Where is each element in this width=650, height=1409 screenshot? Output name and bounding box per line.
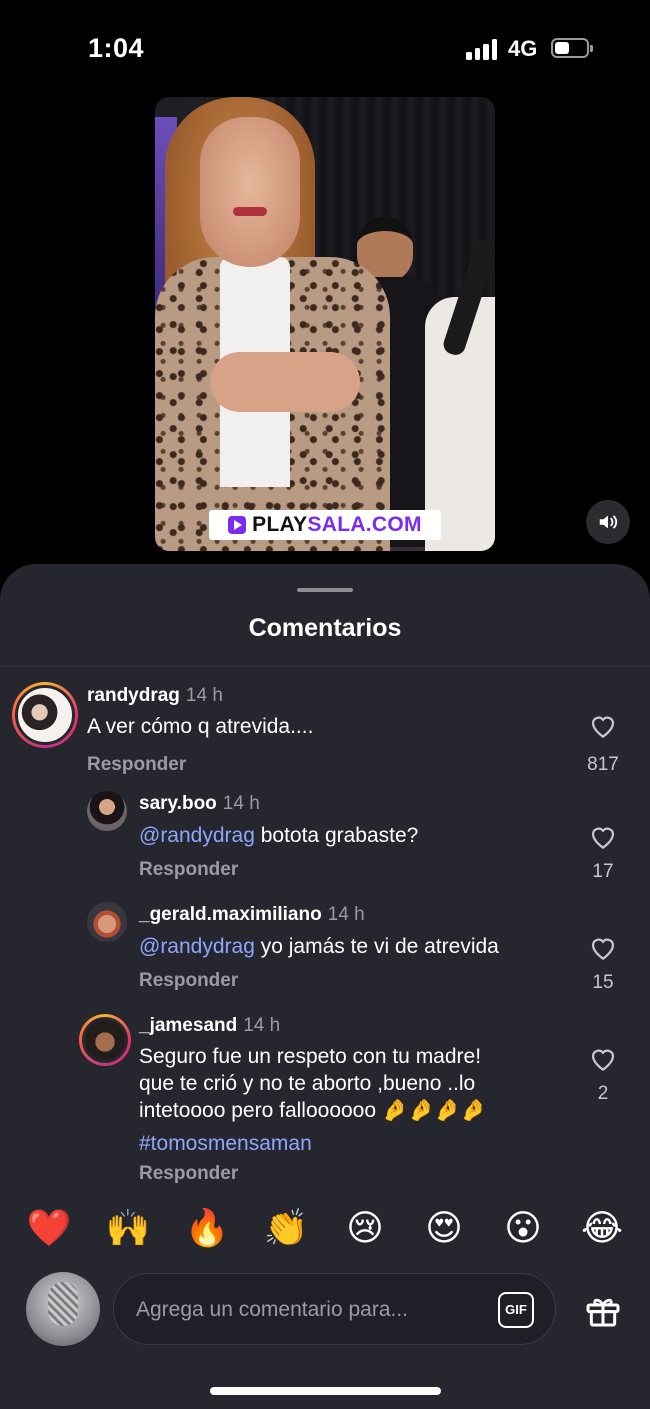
emoji-quick-bar: ❤️ 🙌 🔥 👏 😢 😍 😮 😂: [0, 1205, 650, 1255]
heart-icon[interactable]: [588, 822, 618, 852]
comment-username[interactable]: sary.boo 14 h: [139, 793, 260, 815]
comment-line: Seguro fue un respeto con tu madre!: [139, 1045, 482, 1068]
watermark-play: PLAY: [252, 513, 308, 536]
video-player[interactable]: PLAYSALA.COM: [155, 97, 495, 551]
video-person-face: [200, 117, 300, 267]
like-count: 2: [597, 1083, 609, 1104]
comment-item: sary.boo 14 h @randydrag bototа grabaste?…: [0, 791, 650, 891]
watermark-sala: SALA.COM: [307, 513, 422, 536]
emoji-heart-eyes[interactable]: 😍: [420, 1205, 468, 1253]
username-text[interactable]: sary.boo: [139, 793, 217, 814]
emoji-surprised[interactable]: 😮: [499, 1205, 547, 1253]
sheet-title: Comentarios: [248, 614, 402, 642]
speaker-icon: [599, 515, 618, 529]
gif-button[interactable]: GIF: [498, 1292, 534, 1328]
network-type: 4G: [508, 36, 538, 61]
mention-link[interactable]: @randydrag: [139, 824, 255, 847]
username-text[interactable]: randydrag: [87, 685, 180, 706]
comment-time: 14 h: [222, 793, 260, 814]
reply-button[interactable]: Responder: [87, 754, 186, 776]
my-avatar[interactable]: [26, 1272, 100, 1346]
emoji-raised-hands[interactable]: 🙌: [104, 1205, 152, 1253]
hashtag-link[interactable]: #tomosmensaman: [139, 1130, 486, 1157]
avatar[interactable]: [87, 791, 127, 831]
sound-toggle-button[interactable]: [586, 500, 630, 544]
like-count: 17: [592, 861, 614, 882]
comment-time: 14 h: [243, 1015, 281, 1036]
comment-username[interactable]: randydrag 14 h: [87, 685, 223, 707]
username-text[interactable]: _gerald.maximiliano: [139, 904, 322, 925]
comment-line: intetoooo pero falloooooo 🤌🤌🤌🤌: [139, 1099, 487, 1122]
comment-item: _gerald.maximiliano 14 h @randydrag yo ja…: [0, 902, 650, 1002]
reply-button[interactable]: Responder: [139, 859, 238, 881]
avatar[interactable]: [87, 902, 127, 942]
home-indicator[interactable]: [210, 1387, 441, 1395]
comment-time: 14 h: [327, 904, 365, 925]
comment-body: yo jamás te vi de atrevida: [254, 935, 499, 958]
comment-username[interactable]: _gerald.maximiliano 14 h: [139, 904, 365, 926]
comment-text: @randydrag yo jamás te vi de atrevida: [139, 933, 499, 960]
divider: [0, 666, 650, 667]
mention-link[interactable]: @randydrag: [139, 935, 255, 958]
heart-icon[interactable]: [588, 933, 618, 963]
heart-icon[interactable]: [588, 1044, 618, 1074]
cellular-signal-icon: [466, 38, 498, 60]
username-text[interactable]: _jamesand: [139, 1015, 237, 1036]
heart-icon[interactable]: [588, 711, 618, 741]
comment-item: _jamesand 14 h Seguro fue un respeto con …: [0, 1013, 650, 1193]
emoji-fire[interactable]: 🔥: [183, 1205, 231, 1253]
emoji-heart[interactable]: ❤️: [25, 1205, 73, 1253]
comment-text: Seguro fue un respeto con tu madre! que …: [139, 1043, 486, 1157]
like-count: 15: [592, 972, 614, 993]
play-logo-icon: [228, 516, 247, 534]
emoji-crying[interactable]: 😢: [341, 1205, 389, 1253]
comment-time: 14 h: [185, 685, 223, 706]
comment-item: randydrag 14 h A ver cómo q atrevida.... …: [0, 680, 650, 780]
battery-icon: [551, 38, 593, 58]
comment-text: A ver cómo q atrevida....: [87, 715, 314, 738]
reply-button[interactable]: Responder: [139, 970, 238, 992]
like-count: 817: [587, 754, 619, 775]
video-watermark: PLAYSALA.COM: [209, 510, 441, 540]
comment-input-placeholder: Agrega un comentario para...: [136, 1298, 408, 1321]
video-person-lips: [233, 207, 267, 216]
comment-username[interactable]: _jamesand 14 h: [139, 1015, 280, 1037]
gift-icon[interactable]: [583, 1290, 623, 1330]
emoji-laughing[interactable]: 😂: [578, 1205, 626, 1253]
comment-line: que te crió y no te aborto ,bueno ..lo: [139, 1072, 476, 1095]
status-bar: 1:04 4G: [0, 0, 650, 96]
avatar[interactable]: [79, 1014, 131, 1066]
comment-body: bototа grabaste?: [254, 824, 419, 847]
comment-input[interactable]: Agrega un comentario para... GIF: [113, 1273, 556, 1345]
reply-button[interactable]: Responder: [139, 1163, 238, 1185]
comment-text: @randydrag bototа grabaste?: [139, 822, 418, 849]
status-time: 1:04: [88, 33, 145, 63]
video-person-hands: [210, 352, 360, 412]
watermark-text: PLAYSALA.COM: [252, 513, 422, 537]
sheet-grabber[interactable]: [297, 588, 353, 592]
avatar[interactable]: [12, 682, 78, 748]
emoji-clap[interactable]: 👏: [262, 1205, 310, 1253]
